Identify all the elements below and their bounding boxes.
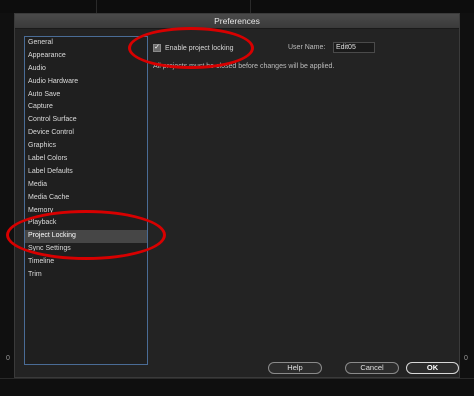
sidebar-item[interactable]: General: [25, 37, 147, 50]
checkmark-icon: ✓: [154, 44, 160, 51]
sidebar-item[interactable]: Auto Save: [25, 89, 147, 102]
app-background-right: [460, 13, 474, 378]
panel-divider: [250, 0, 251, 13]
background-number-left: 0: [6, 355, 10, 362]
sidebar-item[interactable]: Graphics: [25, 140, 147, 153]
sidebar-item[interactable]: Audio Hardware: [25, 76, 147, 89]
sidebar-item[interactable]: Timeline: [25, 256, 147, 269]
dialog-title: Preferences: [15, 14, 459, 29]
sidebar-item[interactable]: Capture: [25, 101, 147, 114]
preferences-dialog: Preferences General Appearance Audio Audio …: [14, 13, 460, 378]
sidebar-item[interactable]: Control Surface: [25, 114, 147, 127]
sidebar-item[interactable]: Project Locking: [25, 230, 147, 244]
sidebar-item[interactable]: Label Defaults: [25, 166, 147, 179]
app-background-bottom: [0, 378, 474, 396]
sidebar-item[interactable]: Appearance: [25, 50, 147, 63]
ok-button[interactable]: OK: [406, 362, 459, 374]
sidebar-item[interactable]: Trim: [25, 269, 147, 282]
help-button[interactable]: Help: [268, 362, 322, 374]
sidebar-item[interactable]: Sync Settings: [25, 243, 147, 256]
sidebar-item[interactable]: Media: [25, 179, 147, 192]
sidebar-item[interactable]: Audio: [25, 63, 147, 76]
enable-locking-checkbox[interactable]: ✓: [153, 44, 161, 52]
preferences-category-list[interactable]: General Appearance Audio Audio Hardware Auto…: [24, 36, 148, 365]
user-name-input[interactable]: Edit05: [333, 42, 375, 53]
enable-locking-label: Enable project locking: [165, 44, 234, 52]
project-locking-info: All projects must be closed before chang…: [153, 63, 335, 70]
panel-divider: [96, 0, 97, 13]
background-number-right: 0: [464, 355, 468, 362]
sidebar-item[interactable]: Device Control: [25, 127, 147, 140]
user-name-label: User Name:: [288, 44, 326, 51]
cancel-button[interactable]: Cancel: [345, 362, 399, 374]
sidebar-item[interactable]: Memory: [25, 205, 147, 218]
app-background-left: [0, 13, 14, 378]
enable-locking-row[interactable]: ✓ Enable project locking: [153, 43, 234, 53]
sidebar-item[interactable]: Playback: [25, 217, 147, 230]
app-background-top: [0, 0, 474, 13]
sidebar-item[interactable]: Media Cache: [25, 192, 147, 205]
sidebar-item[interactable]: Label Colors: [25, 153, 147, 166]
